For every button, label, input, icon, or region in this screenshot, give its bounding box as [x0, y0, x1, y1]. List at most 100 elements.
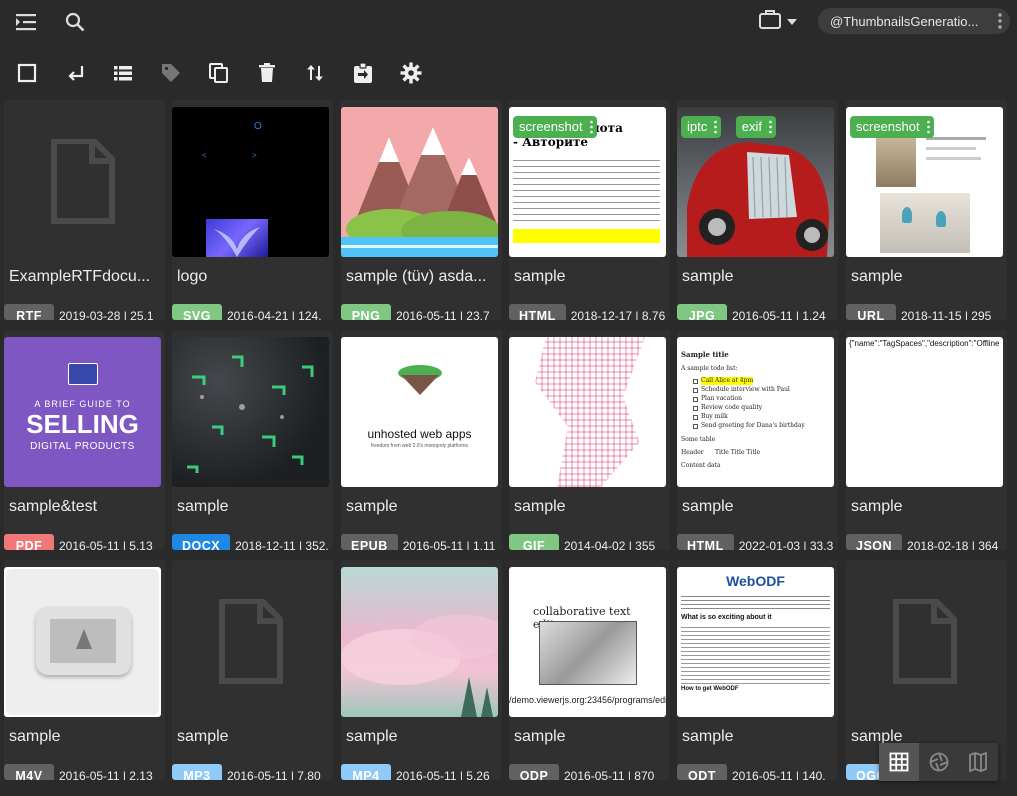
copy-icon[interactable] — [206, 60, 232, 86]
file-meta: PDF 2016-05-11 | 5.13 — [4, 534, 157, 550]
file-tile[interactable]: unhosted web apps freedom from web 2.0's … — [341, 330, 502, 550]
more-vert-icon[interactable] — [714, 120, 718, 134]
thumbnail[interactable] — [4, 567, 161, 717]
file-tile[interactable]: sample (tüv) asda... PNG 2016-05-11 | 23.7 — [341, 100, 502, 320]
file-meta: ODT 2016-05-11 | 140. — [677, 764, 830, 780]
file-extension-badge[interactable]: HTML — [509, 304, 566, 320]
more-vert-icon[interactable] — [926, 120, 930, 134]
map-view-icon[interactable] — [958, 743, 998, 781]
file-extension-badge[interactable]: JPG — [677, 304, 727, 320]
search-icon[interactable] — [61, 8, 89, 36]
file-tile[interactable]: iptc exif sample JPG 2016-05-11 | 1.24 — [677, 100, 838, 320]
thumbnail[interactable]: iptc exif — [677, 107, 834, 257]
list-icon[interactable] — [110, 60, 136, 86]
thumbnail[interactable]: unhosted web apps freedom from web 2.0's … — [341, 337, 498, 487]
thumbnail-image — [341, 567, 498, 717]
thumbnail[interactable]: азовият самота - Авторитеscreenshot — [509, 107, 666, 257]
file-extension-badge[interactable]: URL — [846, 304, 896, 320]
thumb-odt-h2: How to get WebODF — [681, 686, 739, 692]
gallery-view-icon[interactable] — [919, 743, 959, 781]
grid-view-icon[interactable] — [879, 743, 919, 781]
file-tile[interactable]: sample DOCX 2018-12-11 | 352. — [172, 330, 333, 550]
file-tile[interactable]: WebODF What is so exciting about it How to… — [677, 560, 838, 780]
thumbnail[interactable]: A BRIEF GUIDE TO SELLING DIGITAL PRODUCTS — [4, 337, 161, 487]
file-meta: MP4 2016-05-11 | 5.26 — [341, 764, 494, 780]
thumb-todo-content: Content data — [681, 462, 721, 469]
thumbnail-image — [172, 337, 329, 487]
thumbnail[interactable] — [509, 337, 666, 487]
file-tile[interactable]: A BRIEF GUIDE TO SELLING DIGITAL PRODUCTS s… — [4, 330, 165, 550]
thumbnail[interactable]: Sample title A sample todo list: Call Alic… — [677, 337, 834, 487]
thumb-pdf-line2: SELLING — [26, 409, 139, 439]
thumbnail[interactable]: O < > — [172, 107, 329, 257]
file-tile[interactable]: Sample title A sample todo list: Call Alic… — [677, 330, 838, 550]
tag-label: screenshot — [519, 119, 583, 134]
file-tile[interactable]: sample M4V 2016-05-11 | 2.13 — [4, 560, 165, 780]
file-tile[interactable]: sample GIF 2014-04-02 | 355 — [509, 330, 670, 550]
file-extension-badge[interactable]: ODP — [509, 764, 559, 780]
thumbnail[interactable]: {"name":"TagSpaces","description":"Offli… — [846, 337, 1003, 487]
file-extension-badge[interactable]: SVG — [172, 304, 222, 320]
file-extension-badge[interactable]: M4V — [4, 764, 54, 780]
thumbnail-image — [509, 337, 666, 487]
file-extension-badge[interactable]: DOCX — [172, 534, 231, 550]
thumbnail[interactable] — [172, 567, 329, 717]
more-vert-icon[interactable] — [589, 120, 593, 134]
thumb-todo-item: Send greeting for Dana's birthday — [701, 422, 805, 429]
file-date-size: 2016-05-11 | 5.13 — [59, 539, 153, 550]
file-extension-badge[interactable]: ODT — [677, 764, 727, 780]
file-name: sample — [682, 268, 734, 285]
file-name: sample — [682, 728, 734, 745]
thumbnail[interactable]: WebODF What is so exciting about it How to… — [677, 567, 834, 717]
thumbnail-image — [4, 567, 161, 717]
file-tile[interactable]: screenshot sample URL 2018-11-15 | 295 — [846, 100, 1007, 320]
more-vert-icon[interactable] — [998, 13, 1002, 32]
file-date-size: 2016-05-11 | 2.13 — [59, 769, 153, 780]
thumbnail[interactable] — [341, 567, 498, 717]
file-extension-badge[interactable]: PNG — [341, 304, 391, 320]
file-extension-badge[interactable]: RTF — [4, 304, 54, 320]
sort-icon[interactable] — [302, 60, 328, 86]
file-tile[interactable]: sample MP3 2016-05-11 | 7.80 — [172, 560, 333, 780]
file-extension-badge[interactable]: JSON — [846, 534, 903, 550]
thumb-pdf-line1: A BRIEF GUIDE TO — [34, 399, 131, 409]
file-tile[interactable]: {"name":"TagSpaces","description":"Offli… — [846, 330, 1007, 550]
file-date-size: 2019-03-28 | 25.1 — [59, 309, 154, 320]
tag-chip[interactable]: exif — [735, 116, 777, 138]
return-icon[interactable] — [63, 60, 89, 86]
file-name: sample — [514, 498, 566, 515]
file-extension-badge[interactable]: MP4 — [341, 764, 391, 780]
tag-chip[interactable]: screenshot — [850, 116, 934, 138]
file-extension-badge[interactable]: HTML — [677, 534, 734, 550]
briefcase-dropdown[interactable] — [755, 7, 801, 35]
file-tile[interactable]: collaborative text editor/demo.viewerjs.… — [509, 560, 670, 780]
location-chip[interactable]: @ThumbnailsGeneratio... — [818, 8, 1010, 34]
file-date-size: 2018-11-15 | 295 — [901, 309, 992, 320]
file-tile[interactable]: ExampleRTFdocu... RTF 2019-03-28 | 25.1 — [4, 100, 165, 320]
thumbnail[interactable] — [172, 337, 329, 487]
checkbox-icon[interactable] — [14, 60, 40, 86]
delete-icon[interactable] — [254, 60, 280, 86]
file-tile[interactable]: O < > logo SVG 2016-04-21 | 124. — [172, 100, 333, 320]
thumbnail[interactable] — [341, 107, 498, 257]
thumbnail[interactable]: screenshot — [846, 107, 1003, 257]
file-extension-badge[interactable]: PDF — [4, 534, 54, 550]
import-icon[interactable] — [350, 60, 376, 86]
tag-chip[interactable]: screenshot — [513, 116, 597, 138]
thumbnail[interactable] — [846, 567, 1003, 717]
thumbnail-image: O < > — [172, 107, 329, 257]
file-extension-badge[interactable]: GIF — [509, 534, 559, 550]
gear-icon[interactable] — [398, 60, 424, 86]
tag-icon[interactable] — [158, 60, 184, 86]
thumbnail[interactable]: collaborative text editor/demo.viewerjs.… — [509, 567, 666, 717]
file-tile[interactable]: sample MP4 2016-05-11 | 5.26 — [341, 560, 502, 780]
thumb-odt-h1: What is so exciting about it — [681, 614, 772, 621]
thumbnail[interactable] — [4, 107, 161, 257]
file-extension-badge[interactable]: MP3 — [172, 764, 222, 780]
file-extension-badge[interactable]: EPUB — [341, 534, 398, 550]
menu-icon[interactable] — [13, 8, 41, 36]
tag-chip[interactable]: iptc — [681, 116, 722, 138]
file-icon — [846, 567, 1003, 717]
more-vert-icon[interactable] — [769, 120, 772, 134]
file-tile[interactable]: азовият самота - Авторитеscreenshot sampl… — [509, 100, 670, 320]
